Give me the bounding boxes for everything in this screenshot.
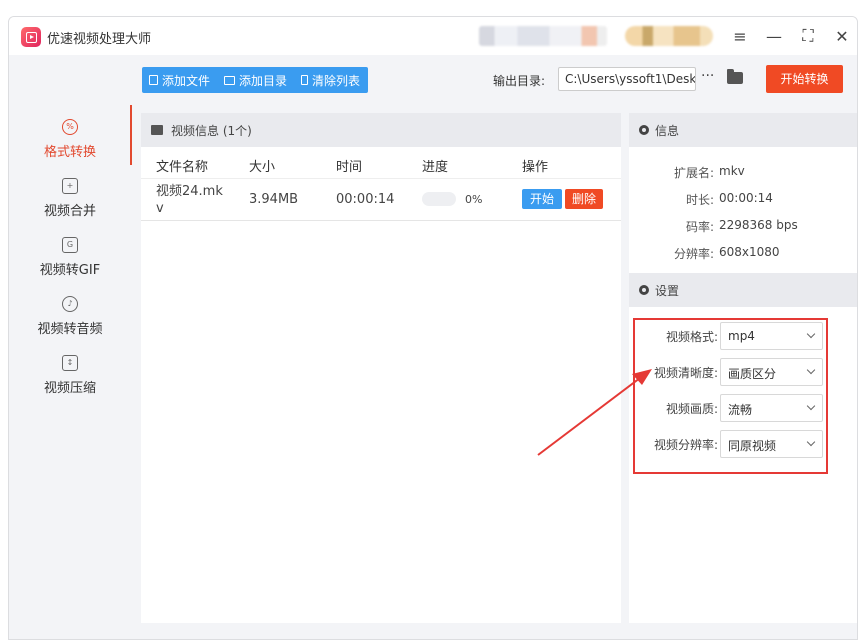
settings-header: 设置: [629, 273, 857, 307]
output-dir-label: 输出目录:: [493, 74, 546, 88]
info-key: 码率:: [685, 220, 714, 234]
add-folder-button[interactable]: 添加目录: [224, 72, 287, 89]
app-title: 优速视频处理大师: [47, 32, 152, 47]
file-list-header: 视频信息 (1个): [141, 113, 621, 147]
info-value: 2298368 bps: [719, 218, 798, 232]
sidebar-item-audio[interactable]: ♪ 视频转音频: [9, 296, 131, 352]
app-logo-icon: [21, 27, 41, 47]
merge-icon: +: [62, 178, 78, 194]
audio-icon: ♪: [62, 296, 78, 312]
info-value: mkv: [719, 164, 745, 178]
folder-icon[interactable]: [727, 69, 743, 84]
settings-title: 设置: [655, 283, 680, 298]
blurred-account-info: [479, 26, 607, 46]
file-icon: [149, 75, 158, 85]
progress-percent: 0%: [465, 193, 483, 206]
column-header-time: 时间: [336, 160, 363, 175]
sidebar-item-label: 视频转音频: [37, 322, 103, 337]
sidebar-item-label: 视频转GIF: [39, 263, 101, 278]
file-size: 3.94MB: [249, 192, 299, 207]
add-file-label: 添加文件: [162, 73, 211, 88]
sidebar-item-label: 视频压缩: [43, 381, 96, 396]
image-icon: [151, 125, 163, 135]
info-title: 信息: [655, 123, 680, 138]
more-options-button[interactable]: ···: [701, 68, 714, 84]
output-dir-input[interactable]: C:\Users\yssoft1\Deskt: [558, 67, 696, 91]
blurred-user-badge[interactable]: [625, 26, 713, 46]
info-key: 扩展名:: [673, 166, 714, 180]
format-convert-icon: %: [62, 119, 78, 135]
sidebar-item-gif[interactable]: G 视频转GIF: [9, 237, 131, 293]
sidebar-item-compress[interactable]: ↕ 视频压缩: [9, 355, 131, 411]
annotation-highlight-box: [633, 318, 828, 474]
minimize-icon[interactable]: —: [761, 23, 787, 49]
column-header-size: 大小: [249, 160, 276, 175]
maximize-icon[interactable]: ⛶: [795, 23, 821, 49]
gear-icon: [639, 125, 649, 135]
gif-icon: G: [62, 237, 78, 253]
clear-list-label: 清除列表: [312, 73, 361, 88]
sidebar-item-format-convert[interactable]: % 格式转换: [9, 119, 131, 175]
column-header-name: 文件名称: [156, 160, 209, 175]
sidebar-item-label: 视频合并: [43, 204, 96, 219]
trash-icon: [301, 75, 309, 85]
folder-outline-icon: [224, 75, 236, 85]
clear-list-button[interactable]: 清除列表: [301, 72, 360, 89]
column-header-progress: 进度: [422, 160, 449, 175]
add-folder-label: 添加目录: [239, 73, 288, 88]
sidebar: % 格式转换 + 视频合并 G 视频转GIF ♪ 视频转音频 ↕ 视频压缩: [9, 55, 131, 639]
file-list-panel: 视频信息 (1个) 文件名称 大小 时间 进度 操作 视频24.mkv 3.94…: [141, 113, 621, 623]
gear-icon: [639, 285, 649, 295]
info-key: 分辨率:: [673, 247, 714, 261]
file-name: 视频24.mkv: [156, 184, 223, 216]
toolbar: 添加文件 添加目录 清除列表 输出目录: C:\Users\yssoft1\De…: [131, 55, 857, 105]
sidebar-item-merge[interactable]: + 视频合并: [9, 178, 131, 234]
delete-button[interactable]: 删除: [565, 189, 603, 209]
sidebar-active-indicator: [130, 105, 132, 165]
table-header: 文件名称 大小 时间 进度 操作: [141, 147, 621, 179]
file-list-title: 视频信息 (1个): [171, 123, 252, 138]
sidebar-item-label: 格式转换: [43, 145, 96, 160]
table-row[interactable]: 视频24.mkv 3.94MB 00:00:14 0% 开始 删除: [141, 179, 621, 221]
add-file-button[interactable]: 添加文件: [149, 72, 210, 89]
file-actions-group: 添加文件 添加目录 清除列表: [142, 67, 368, 93]
menu-icon[interactable]: ≡: [727, 23, 753, 49]
info-key: 时长:: [685, 193, 714, 207]
start-convert-button[interactable]: 开始转换: [766, 65, 843, 93]
file-duration: 00:00:14: [336, 192, 395, 207]
column-header-actions: 操作: [522, 160, 549, 175]
info-header: 信息: [629, 113, 857, 147]
start-button[interactable]: 开始: [522, 189, 562, 209]
progress-bar: [422, 192, 456, 206]
info-value: 608x1080: [719, 245, 780, 259]
close-icon[interactable]: ✕: [829, 23, 855, 49]
info-value: 00:00:14: [719, 191, 773, 205]
title-bar: 优速视频处理大师 ≡ — ⛶ ✕: [9, 17, 857, 55]
compress-icon: ↕: [62, 355, 78, 371]
